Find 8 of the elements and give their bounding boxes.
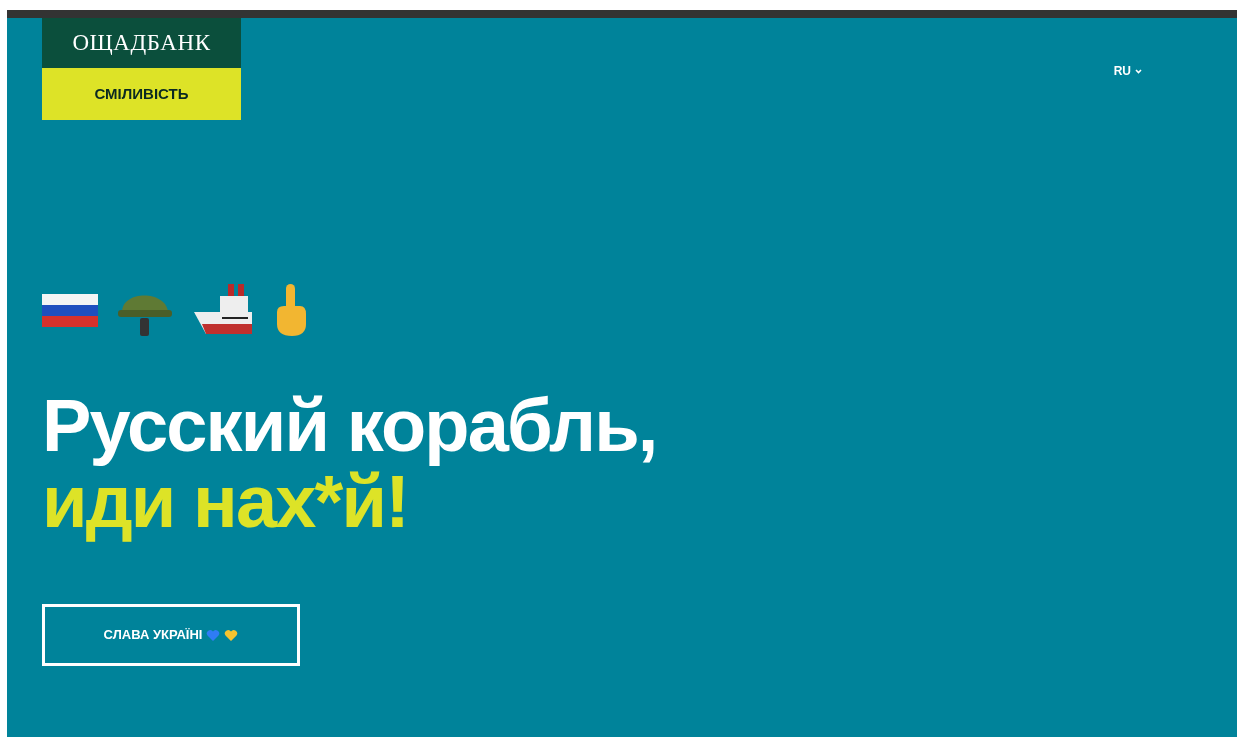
glory-button[interactable]: СЛАВА УКРАЇНІ bbox=[42, 604, 300, 666]
heart-icon bbox=[206, 628, 221, 642]
headline: Русский корабль, bbox=[42, 388, 658, 464]
language-selector[interactable]: RU bbox=[1113, 62, 1142, 80]
logo-name: ОЩАДБАНК bbox=[72, 28, 211, 57]
chevron-down-icon bbox=[1135, 68, 1142, 74]
logo-tagline: СМІЛИВІСТЬ bbox=[94, 83, 189, 104]
heart-icon bbox=[224, 628, 239, 642]
